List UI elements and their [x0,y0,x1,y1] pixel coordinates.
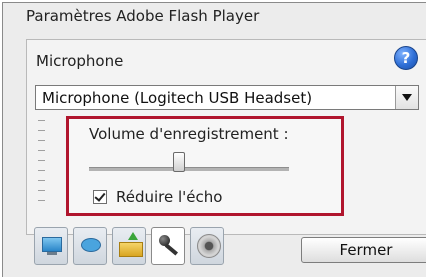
microphone-select-value: Microphone (Logitech USB Headset) [42,89,313,107]
volume-slider-thumb[interactable] [173,152,185,172]
microphone-select[interactable]: Microphone (Logitech USB Headset) [35,85,419,110]
display-icon [42,237,62,252]
volume-label: Volume d'enregistrement : [89,125,289,143]
close-button[interactable]: Fermer [301,237,426,263]
local-storage-icon [119,242,143,257]
tab-microphone[interactable] [151,227,185,265]
window-title: Paramètres Adobe Flash Player [26,7,260,25]
tab-camera[interactable] [190,227,224,265]
tab-privacy[interactable] [73,227,107,265]
tab-local-storage[interactable] [112,227,146,265]
camera-icon [197,234,221,258]
echo-reduction-checkbox[interactable] [93,190,107,204]
tab-display[interactable] [34,227,68,265]
help-icon[interactable]: ? [394,46,418,70]
level-meter-ticks [38,120,50,210]
volume-slider-track[interactable] [89,167,289,171]
chevron-down-icon[interactable] [395,86,418,109]
privacy-icon [81,238,101,252]
echo-reduction-label: Réduire l'écho [116,188,223,206]
section-title: Microphone [36,52,124,70]
